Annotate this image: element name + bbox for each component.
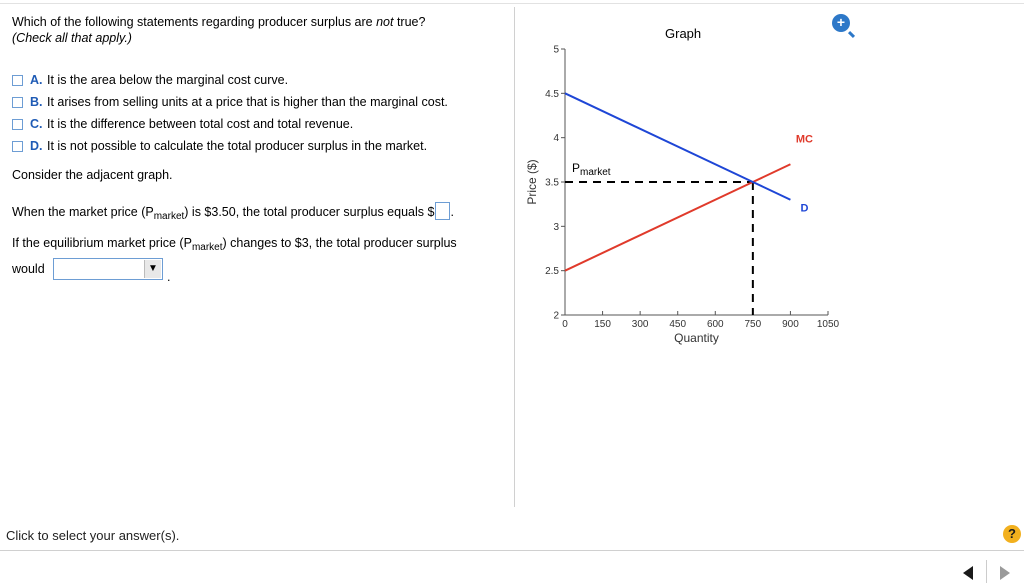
y-tick-label: 2.5 — [545, 266, 559, 277]
top-border — [0, 3, 1024, 4]
series-line-d — [564, 92, 791, 201]
option-letter: B. — [30, 95, 43, 109]
option-letter: D. — [30, 139, 43, 153]
x-tick-label: 1050 — [817, 319, 840, 330]
y-tick-label: 3.5 — [545, 178, 559, 189]
y-axis-label: Price ($) — [525, 159, 539, 204]
series-label-d: D — [800, 203, 808, 215]
q3-period: . — [167, 270, 171, 284]
would-label: would — [12, 262, 45, 276]
price-change-question: If the equilibrium market price (Pmarket… — [12, 236, 457, 253]
question-text: Which of the following statements regard… — [12, 14, 507, 46]
market-price-subscript: market — [580, 167, 611, 178]
x-tick-label: 450 — [669, 319, 686, 330]
y-tick-label: 2 — [553, 311, 559, 322]
q2-period: . — [450, 205, 454, 219]
q2-text-pre: When the market price (P — [12, 205, 154, 219]
option-letter: C. — [30, 117, 43, 131]
producer-surplus-question: When the market price (Pmarket) is $3.50… — [12, 202, 454, 222]
dropdown-arrow-icon[interactable]: ▼ — [144, 260, 161, 278]
q2-text-post: ) is $3.50, the total producer surplus e… — [184, 205, 435, 219]
option-letter: A. — [30, 73, 43, 87]
checkbox-d[interactable] — [12, 140, 23, 152]
question-emphasis: not — [376, 15, 394, 29]
bottom-border — [0, 550, 1024, 551]
x-tick-label: 750 — [745, 319, 762, 330]
zoom-in-icon[interactable]: + — [832, 14, 850, 32]
q2-subscript: market — [153, 211, 185, 222]
y-tick-label: 3 — [553, 222, 559, 233]
y-tick-label: 4 — [553, 133, 559, 144]
previous-arrow-icon[interactable] — [963, 566, 973, 580]
checkbox-b[interactable] — [12, 96, 23, 108]
consider-text: Consider the adjacent graph. — [12, 168, 173, 182]
option-text: It is the area below the marginal cost c… — [47, 73, 289, 87]
question-panel: Which of the following statements regard… — [12, 14, 507, 284]
x-tick-label: 0 — [562, 319, 568, 330]
q3-text-pre: If the equilibrium market price (P — [12, 236, 192, 250]
option-d[interactable]: D. It is not possible to calculate the t… — [12, 135, 448, 157]
option-text: It is the difference between total cost … — [47, 117, 354, 131]
surplus-change-dropdown[interactable]: ▼ — [53, 258, 163, 280]
series-line-mc — [564, 163, 791, 272]
x-axis-label: Quantity — [674, 331, 719, 345]
question-text-pre: Which of the following statements regard… — [12, 15, 377, 29]
x-tick-label: 150 — [594, 319, 611, 330]
status-text: Click to select your answer(s). — [6, 528, 180, 543]
question-text-post: true? — [393, 15, 426, 29]
nav-separator — [986, 560, 987, 583]
x-tick-label: 900 — [782, 319, 799, 330]
would-line: would ▼ . — [12, 258, 170, 284]
option-a[interactable]: A. It is the area below the marginal cos… — [12, 69, 448, 91]
q3-subscript: market — [191, 242, 223, 253]
help-icon[interactable]: ? — [1003, 525, 1021, 543]
option-text: It arises from selling units at a price … — [47, 95, 448, 109]
series-label-mc: MC — [796, 133, 813, 145]
answer-options: A. It is the area below the marginal cos… — [12, 69, 448, 157]
surplus-answer-input[interactable] — [435, 202, 451, 220]
market-price-label: P — [572, 161, 580, 175]
question-instruction: (Check all that apply.) — [12, 31, 132, 45]
q3-text-post: ) changes to $3, the total producer surp… — [222, 236, 457, 250]
graph-title: Graph — [665, 26, 702, 41]
y-tick-label: 4.5 — [545, 89, 559, 100]
x-tick-label: 300 — [632, 319, 649, 330]
option-c[interactable]: C. It is the difference between total co… — [12, 113, 448, 135]
option-text: It is not possible to calculate the tota… — [47, 139, 428, 153]
checkbox-c[interactable] — [12, 118, 23, 130]
next-arrow-icon[interactable] — [1000, 566, 1010, 580]
option-b[interactable]: B. It arises from selling units at a pri… — [12, 91, 448, 113]
price-quantity-chart: 2 2.5 3 3.5 4 4.5 5 0 150 300 450 600 750 900 1050 Quan… — [525, 45, 840, 346]
checkbox-a[interactable] — [12, 74, 23, 86]
y-tick-label: 5 — [553, 45, 559, 56]
x-tick-label: 600 — [707, 319, 724, 330]
